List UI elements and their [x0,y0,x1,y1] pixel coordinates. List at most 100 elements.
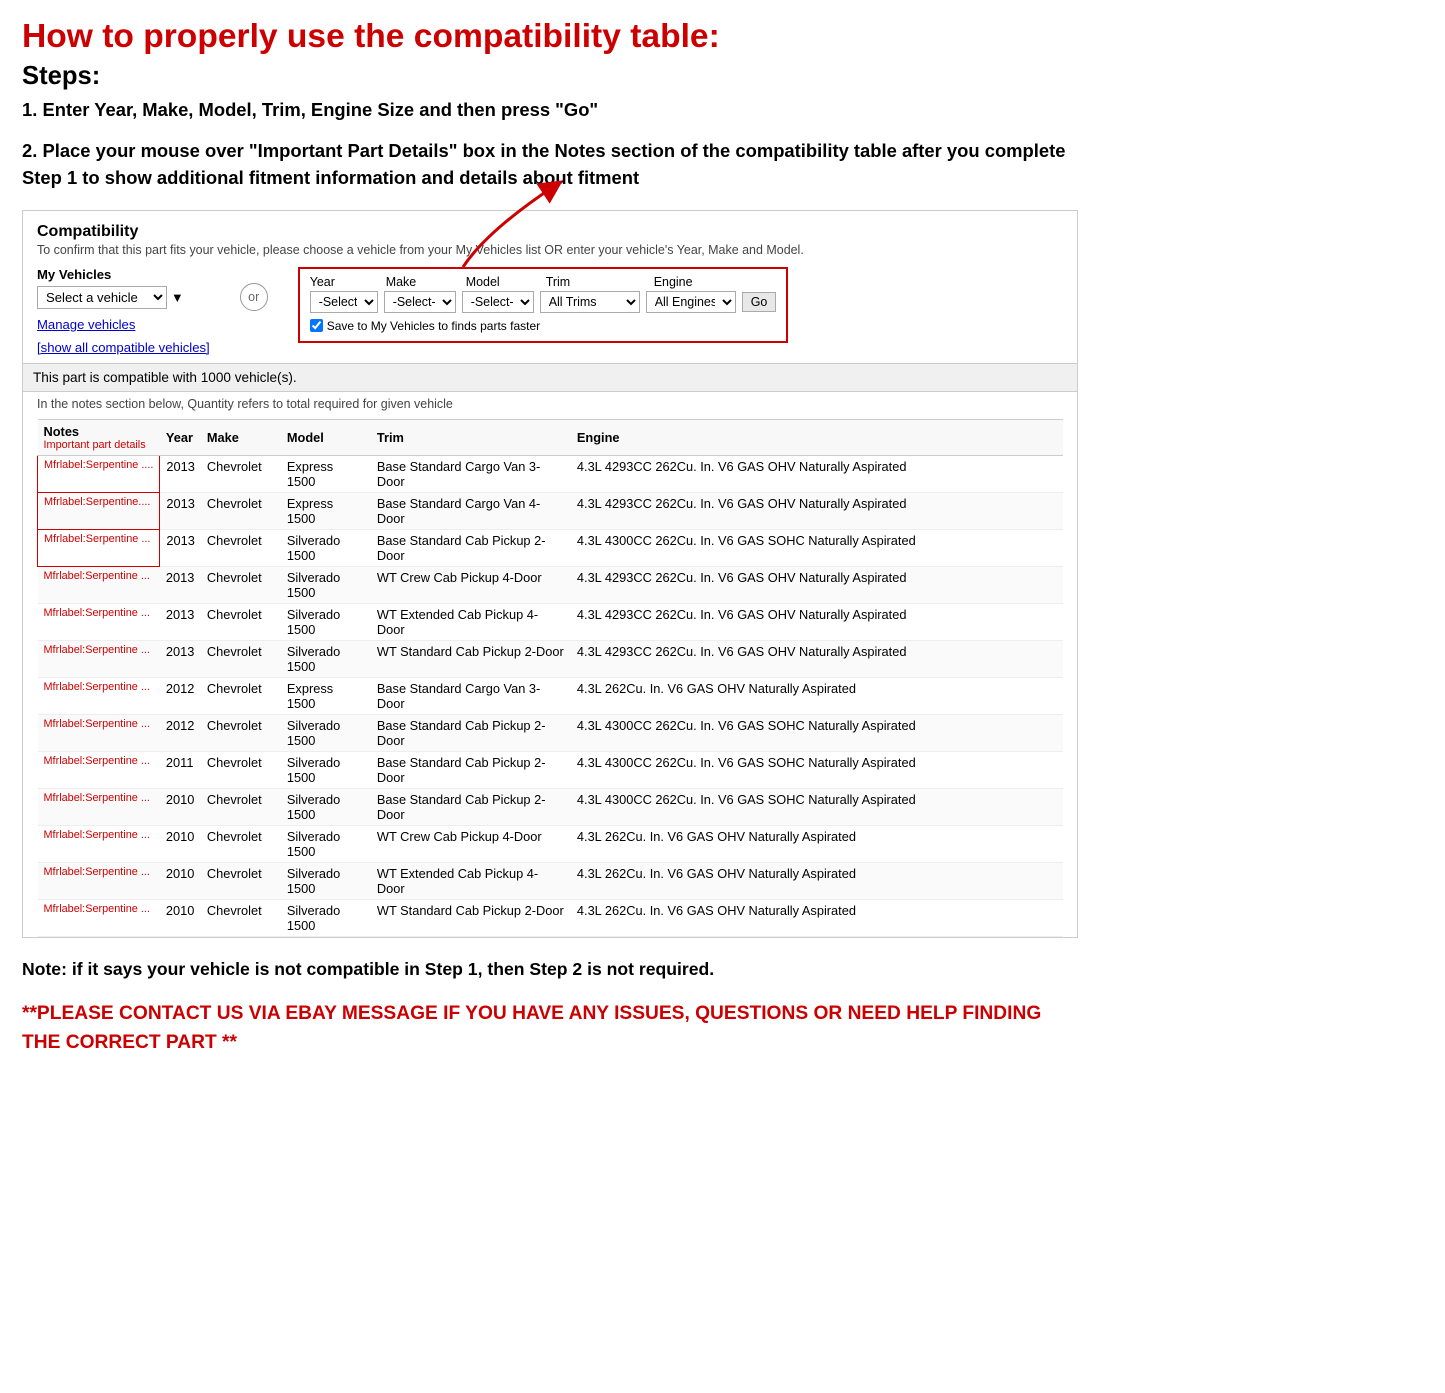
table-row: Mfrlabel:Serpentine ...2013ChevroletSilv… [38,529,1064,566]
table-cell: Chevrolet [201,899,281,936]
step1-text: 1. Enter Year, Make, Model, Trim, Engine… [22,97,1078,123]
my-vehicles-label: My Vehicles [37,267,210,282]
vehicle-select-row: Select a vehicle ▼ [37,286,210,309]
table-cell: Mfrlabel:Serpentine ... [38,899,160,936]
table-cell: 4.3L 4300CC 262Cu. In. V6 GAS SOHC Natur… [571,714,1063,751]
engine-label: Engine [654,275,744,289]
table-row: Mfrlabel:Serpentine ....2013ChevroletExp… [38,455,1064,492]
table-cell: Mfrlabel:Serpentine ... [38,566,160,603]
table-cell: 4.3L 4300CC 262Cu. In. V6 GAS SOHC Natur… [571,751,1063,788]
table-cell: Silverado 1500 [281,825,371,862]
note-text: Note: if it says your vehicle is not com… [22,956,1078,982]
dropdown-arrow-icon: ▼ [171,290,184,305]
table-cell: Silverado 1500 [281,788,371,825]
table-cell: Chevrolet [201,492,281,529]
table-cell: Base Standard Cab Pickup 2-Door [371,714,571,751]
show-all-link[interactable]: [show all compatible vehicles] [37,340,210,355]
table-cell: Mfrlabel:Serpentine ... [38,640,160,677]
table-cell: 4.3L 4293CC 262Cu. In. V6 GAS OHV Natura… [571,455,1063,492]
table-cell: Silverado 1500 [281,640,371,677]
col-header-trim: Trim [371,419,571,455]
table-cell: Silverado 1500 [281,751,371,788]
table-cell: Mfrlabel:Serpentine ... [38,862,160,899]
make-select[interactable]: -Select- [384,291,456,313]
ym-labels-row: Year Make Model Trim Engine [310,275,777,289]
table-cell: 4.3L 262Cu. In. V6 GAS OHV Naturally Asp… [571,677,1063,714]
table-row: Mfrlabel:Serpentine ...2010ChevroletSilv… [38,788,1064,825]
year-make-section: Year Make Model Trim Engine -Select- -Se… [298,267,789,343]
table-cell: WT Crew Cab Pickup 4-Door [371,566,571,603]
table-cell: 2013 [160,603,201,640]
table-body: Mfrlabel:Serpentine ....2013ChevroletExp… [38,455,1064,936]
table-cell: Chevrolet [201,714,281,751]
table-cell: 2010 [160,788,201,825]
year-select[interactable]: -Select- [310,291,378,313]
table-row: Mfrlabel:Serpentine....2013ChevroletExpr… [38,492,1064,529]
table-cell: Mfrlabel:Serpentine ... [38,825,160,862]
table-cell: WT Extended Cab Pickup 4-Door [371,862,571,899]
table-cell: Mfrlabel:Serpentine ... [38,751,160,788]
table-row: Mfrlabel:Serpentine ...2010ChevroletSilv… [38,862,1064,899]
table-cell: WT Crew Cab Pickup 4-Door [371,825,571,862]
table-cell: 4.3L 4300CC 262Cu. In. V6 GAS SOHC Natur… [571,788,1063,825]
compatibility-section: Compatibility To confirm that this part … [22,210,1078,938]
col-header-year: Year [160,419,201,455]
table-cell: Chevrolet [201,640,281,677]
table-cell: 2010 [160,899,201,936]
table-cell: Silverado 1500 [281,566,371,603]
compat-table: Notes Important part details Year Make M… [37,419,1063,937]
manage-vehicles-link[interactable]: Manage vehicles [37,317,210,332]
table-cell: Express 1500 [281,455,371,492]
table-cell: 4.3L 4293CC 262Cu. In. V6 GAS OHV Natura… [571,492,1063,529]
table-row: Mfrlabel:Serpentine ...2013ChevroletSilv… [38,603,1064,640]
engine-select[interactable]: All Engines [646,291,736,313]
table-cell: Silverado 1500 [281,899,371,936]
table-cell: 4.3L 262Cu. In. V6 GAS OHV Naturally Asp… [571,862,1063,899]
year-label: Year [310,275,378,289]
table-cell: 4.3L 262Cu. In. V6 GAS OHV Naturally Asp… [571,899,1063,936]
table-cell: Mfrlabel:Serpentine .... [38,455,160,492]
table-cell: Chevrolet [201,788,281,825]
table-cell: 2013 [160,640,201,677]
table-cell: 2011 [160,751,201,788]
trim-select[interactable]: All Trims [540,291,640,313]
col-header-model: Model [281,419,371,455]
table-cell: 4.3L 262Cu. In. V6 GAS OHV Naturally Asp… [571,825,1063,862]
table-cell: 4.3L 4293CC 262Cu. In. V6 GAS OHV Natura… [571,566,1063,603]
table-cell: WT Extended Cab Pickup 4-Door [371,603,571,640]
model-select[interactable]: -Select- [462,291,534,313]
table-cell: 4.3L 4293CC 262Cu. In. V6 GAS OHV Natura… [571,640,1063,677]
table-cell: Chevrolet [201,862,281,899]
trim-label: Trim [546,275,646,289]
table-cell: 2012 [160,714,201,751]
table-cell: Base Standard Cab Pickup 2-Door [371,788,571,825]
table-cell: Mfrlabel:Serpentine ... [38,603,160,640]
compat-top-row: My Vehicles Select a vehicle ▼ Manage ve… [37,267,1063,355]
table-cell: 2013 [160,566,201,603]
table-cell: Base Standard Cab Pickup 2-Door [371,751,571,788]
table-cell: 4.3L 4300CC 262Cu. In. V6 GAS SOHC Natur… [571,529,1063,566]
main-title: How to properly use the compatibility ta… [22,18,1078,56]
table-cell: 2010 [160,825,201,862]
table-cell: Express 1500 [281,492,371,529]
compat-note: In the notes section below, Quantity ref… [37,392,1063,419]
model-label: Model [466,275,538,289]
table-cell: Chevrolet [201,677,281,714]
save-vehicles-checkbox[interactable] [310,319,323,332]
table-cell: 2013 [160,455,201,492]
col-header-engine: Engine [571,419,1063,455]
table-cell: Mfrlabel:Serpentine ... [38,788,160,825]
table-row: Mfrlabel:Serpentine ...2012ChevroletSilv… [38,714,1064,751]
table-cell: Base Standard Cab Pickup 2-Door [371,529,571,566]
table-cell: Silverado 1500 [281,529,371,566]
or-label: or [240,283,268,311]
table-cell: 2012 [160,677,201,714]
vehicle-select[interactable]: Select a vehicle [37,286,167,309]
contact-text: **PLEASE CONTACT US VIA EBAY MESSAGE IF … [22,1000,1078,1058]
table-cell: 2013 [160,492,201,529]
col-header-notes: Notes Important part details [38,419,160,455]
table-cell: WT Standard Cab Pickup 2-Door [371,899,571,936]
table-row: Mfrlabel:Serpentine ...2012ChevroletExpr… [38,677,1064,714]
go-button[interactable]: Go [742,292,777,312]
col-header-make: Make [201,419,281,455]
